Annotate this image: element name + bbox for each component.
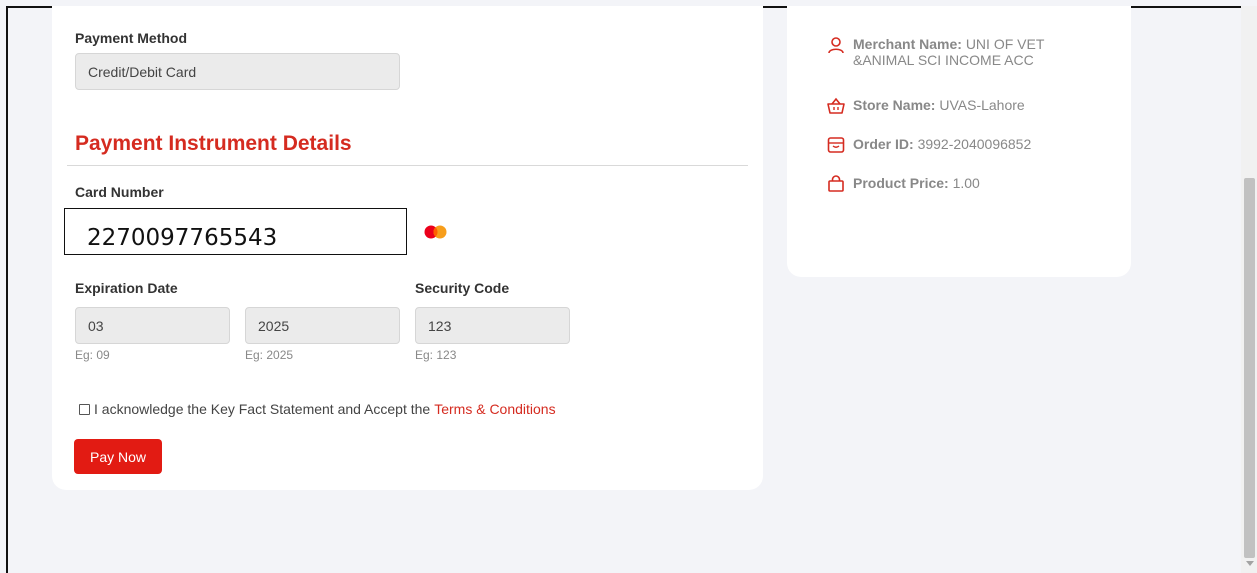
order-id-value: 3992-2040096852	[917, 136, 1032, 152]
scrollbar-thumb[interactable]	[1244, 178, 1255, 558]
acknowledge-text: I acknowledge the Key Fact Statement and…	[94, 401, 431, 417]
card-number-label: Card Number	[75, 184, 164, 200]
price-value: 1.00	[952, 175, 980, 191]
expiration-date-label: Expiration Date	[75, 280, 178, 296]
scroll-down-arrow[interactable]	[1246, 561, 1254, 566]
exp-month-hint: Eg: 09	[75, 348, 110, 362]
security-code-input[interactable]: 123	[415, 307, 570, 344]
payment-method-field[interactable]: Credit/Debit Card	[75, 53, 400, 90]
merchant-key: Merchant Name:	[853, 36, 962, 52]
mastercard-icon	[424, 225, 447, 239]
exp-year-hint: Eg: 2025	[245, 348, 294, 362]
security-code-label: Security Code	[415, 280, 510, 296]
acknowledge-checkbox[interactable]	[79, 403, 90, 415]
price-row: Product Price: 1.00	[827, 175, 1093, 193]
store-value: UVAS-Lahore	[939, 97, 1025, 113]
store-row: Store Name: UVAS-Lahore	[827, 97, 1093, 115]
user-icon	[828, 37, 844, 54]
price-key: Product Price:	[853, 175, 949, 191]
section-divider	[67, 165, 748, 166]
basket-icon	[827, 97, 845, 114]
security-code-hint: Eg: 123	[415, 348, 457, 362]
order-id-key: Order ID:	[853, 136, 914, 152]
payment-method-label: Payment Method	[75, 30, 188, 46]
inbox-icon	[827, 137, 845, 153]
acknowledge-row: I acknowledge the Key Fact Statement and…	[79, 401, 556, 417]
exp-month-input[interactable]: 03	[75, 307, 230, 344]
section-title: Payment Instrument Details	[75, 132, 352, 155]
store-key: Store Name:	[853, 97, 936, 113]
card-number-input[interactable]: 2270097765543	[64, 208, 407, 255]
terms-link[interactable]: Terms & Conditions	[434, 401, 555, 417]
shopping-bag-icon	[828, 175, 844, 192]
merchant-row: Merchant Name: UNI OF VET &ANIMAL SCI IN…	[827, 36, 1093, 68]
order-row: Order ID: 3992-2040096852	[827, 136, 1093, 154]
exp-year-input[interactable]: 2025	[245, 307, 400, 344]
pay-now-button[interactable]: Pay Now	[74, 439, 162, 474]
